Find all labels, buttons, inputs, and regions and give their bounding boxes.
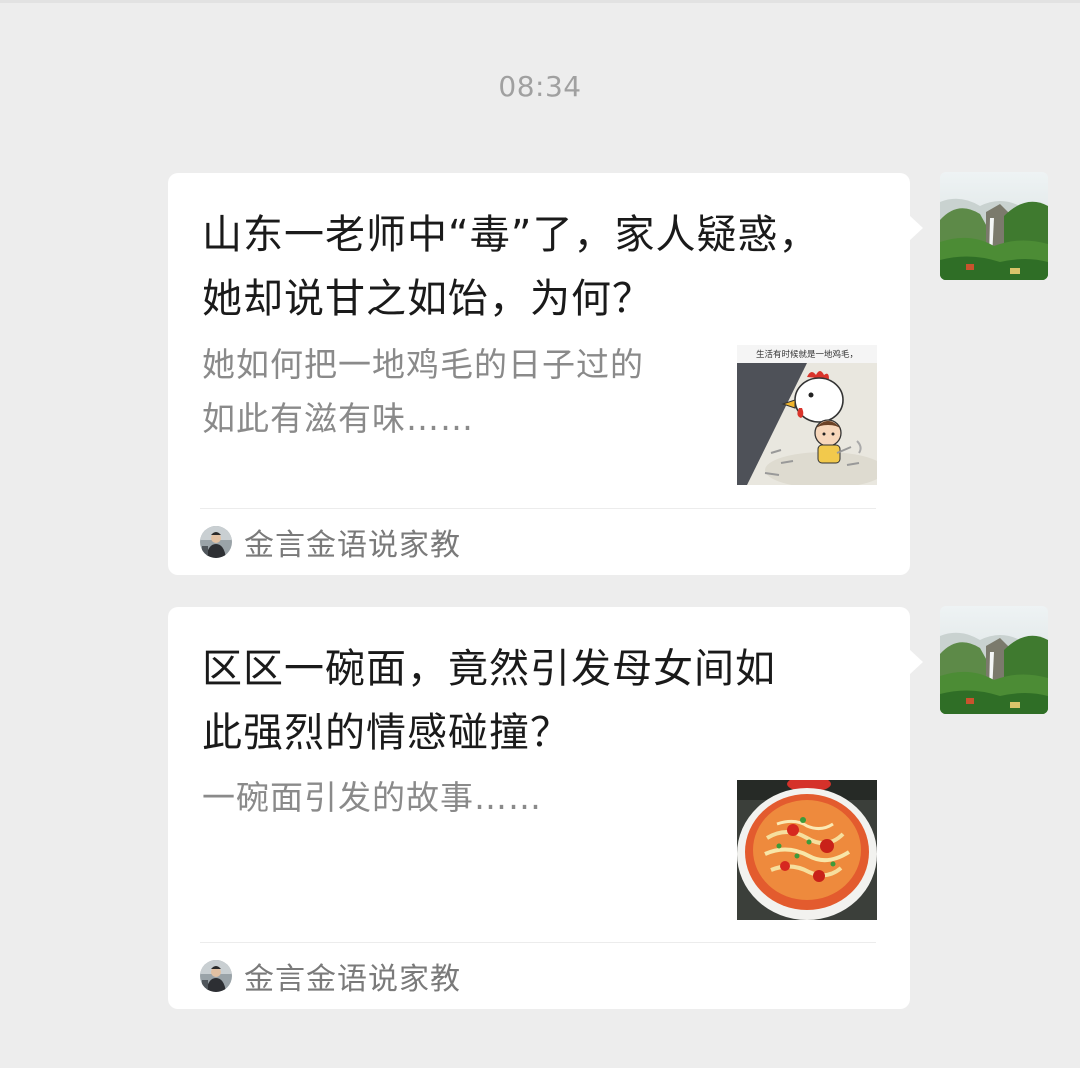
article-title-line-2: 她却说甘之如饴，为何？	[202, 276, 653, 322]
article-thumbnail[interactable]: 生活有时候就是一地鸡毛，	[737, 345, 877, 485]
sender-avatar[interactable]	[940, 172, 1048, 280]
mountain-waterfall-image	[940, 172, 1048, 280]
card-divider	[200, 508, 876, 509]
article-description-line-1: 一碗面引发的故事……	[202, 778, 542, 817]
source-avatar	[200, 960, 232, 992]
top-divider	[0, 0, 1080, 3]
person-portrait-icon	[200, 960, 232, 992]
article-title[interactable]: 区区一碗面，竟然引发母女间如 此强烈的情感碰撞？	[202, 637, 872, 765]
chat-timestamp: 08:34	[498, 70, 582, 103]
thumbnail-caption: 生活有时候就是一地鸡毛，	[756, 349, 858, 360]
article-title-line-1: 山东一老师中“毒”了，家人疑惑，	[202, 212, 820, 258]
article-card-2[interactable]: 区区一碗面，竟然引发母女间如 此强烈的情感碰撞？ 一碗面引发的故事…… 金言金语…	[168, 607, 923, 1009]
article-title-line-1: 区区一碗面，竟然引发母女间如	[202, 646, 776, 692]
article-source[interactable]: 金言金语说家教	[200, 524, 461, 563]
article-description-line-1: 她如何把一地鸡毛的日子过的	[202, 345, 644, 384]
article-thumbnail[interactable]	[737, 780, 877, 920]
article-card-1[interactable]: 山东一老师中“毒”了，家人疑惑， 她却说甘之如饴，为何？ 她如何把一地鸡毛的日子…	[168, 173, 923, 575]
source-name: 金言金语说家教	[244, 528, 461, 563]
card-divider	[200, 942, 876, 943]
article-source[interactable]: 金言金语说家教	[200, 958, 461, 997]
article-title[interactable]: 山东一老师中“毒”了，家人疑惑， 她却说甘之如饴，为何？	[202, 203, 872, 331]
chicken-cartoon-image: 生活有时候就是一地鸡毛，	[737, 345, 877, 485]
mountain-waterfall-image	[940, 606, 1048, 714]
sender-avatar[interactable]	[940, 606, 1048, 714]
source-name: 金言金语说家教	[244, 962, 461, 997]
person-portrait-icon	[200, 526, 232, 558]
article-description: 她如何把一地鸡毛的日子过的 如此有滋有味……	[202, 338, 712, 446]
tomato-egg-noodle-bowl-image	[737, 780, 877, 920]
article-title-line-2: 此强烈的情感碰撞？	[202, 710, 571, 756]
article-description: 一碗面引发的故事……	[202, 771, 712, 825]
source-avatar	[200, 526, 232, 558]
article-description-line-2: 如此有滋有味……	[202, 399, 474, 438]
